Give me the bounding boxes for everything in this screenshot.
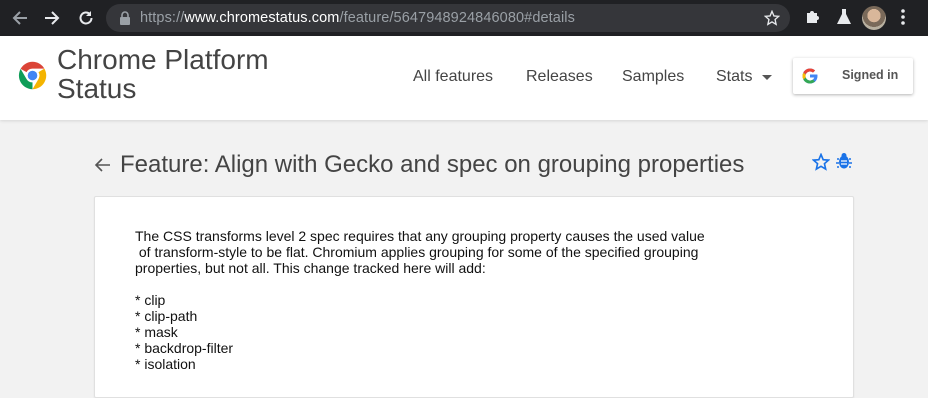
back-to-list-arrow-icon[interactable] [94, 154, 112, 181]
summary-line: * isolation [135, 356, 196, 372]
url-prefix: https:// [140, 10, 185, 26]
nav-all-features[interactable]: All features [413, 68, 493, 86]
reload-icon [79, 11, 93, 25]
summary-line: The CSS transforms level 2 spec requires… [135, 228, 705, 244]
star-feature-icon[interactable] [811, 152, 831, 176]
summary-line: properties, but not all. This change tra… [135, 260, 486, 276]
url-text[interactable]: https://www.chromestatus.com/feature/564… [140, 10, 575, 26]
summary-line: * clip-path [135, 308, 198, 324]
summary-line: * mask [135, 324, 178, 340]
stats-dropdown-caret-icon[interactable] [762, 75, 772, 80]
profile-avatar[interactable] [862, 6, 886, 30]
signin-button[interactable]: Signed in [793, 58, 913, 94]
summary-line: of transform-style to be flat. Chromium … [135, 244, 699, 260]
nav-stats[interactable]: Stats [716, 68, 752, 86]
google-g-icon [801, 67, 819, 90]
url-host: www.chromestatus.com [184, 10, 340, 26]
labs-flask-icon[interactable] [836, 8, 852, 31]
address-bar[interactable]: https://www.chromestatus.com/feature/564… [106, 4, 790, 32]
feature-title: Feature: Align with Gecko and spec on gr… [120, 151, 745, 178]
back-arrow-icon [12, 11, 27, 25]
site-title-line2: Status [57, 73, 137, 104]
browser-toolbar: https://www.chromestatus.com/feature/564… [0, 0, 928, 36]
signin-label: Signed in [842, 68, 899, 82]
extensions-puzzle-icon[interactable] [804, 8, 822, 31]
nav-releases[interactable]: Releases [526, 68, 593, 86]
bookmark-star-icon[interactable] [763, 9, 781, 31]
chrome-logo-icon[interactable] [16, 59, 49, 92]
summary-line: * clip [135, 292, 166, 308]
report-bug-icon[interactable] [836, 152, 852, 175]
site-header: Chrome Platform Status All features Rele… [0, 36, 928, 120]
summary-line: * backdrop-filter [135, 340, 234, 356]
url-path: /feature/5647948924846080#details [339, 10, 575, 26]
browser-menu-icon[interactable] [900, 8, 906, 31]
reload-button[interactable] [74, 6, 98, 30]
forward-button[interactable] [40, 6, 64, 30]
back-button[interactable] [8, 6, 32, 30]
site-title[interactable]: Chrome Platform Status [57, 45, 317, 103]
lock-icon[interactable] [118, 10, 132, 26]
feature-summary-card: The CSS transforms level 2 spec requires… [94, 196, 854, 398]
site-title-line1: Chrome Platform [57, 44, 269, 75]
nav-samples[interactable]: Samples [622, 68, 684, 86]
forward-arrow-icon [45, 11, 60, 25]
